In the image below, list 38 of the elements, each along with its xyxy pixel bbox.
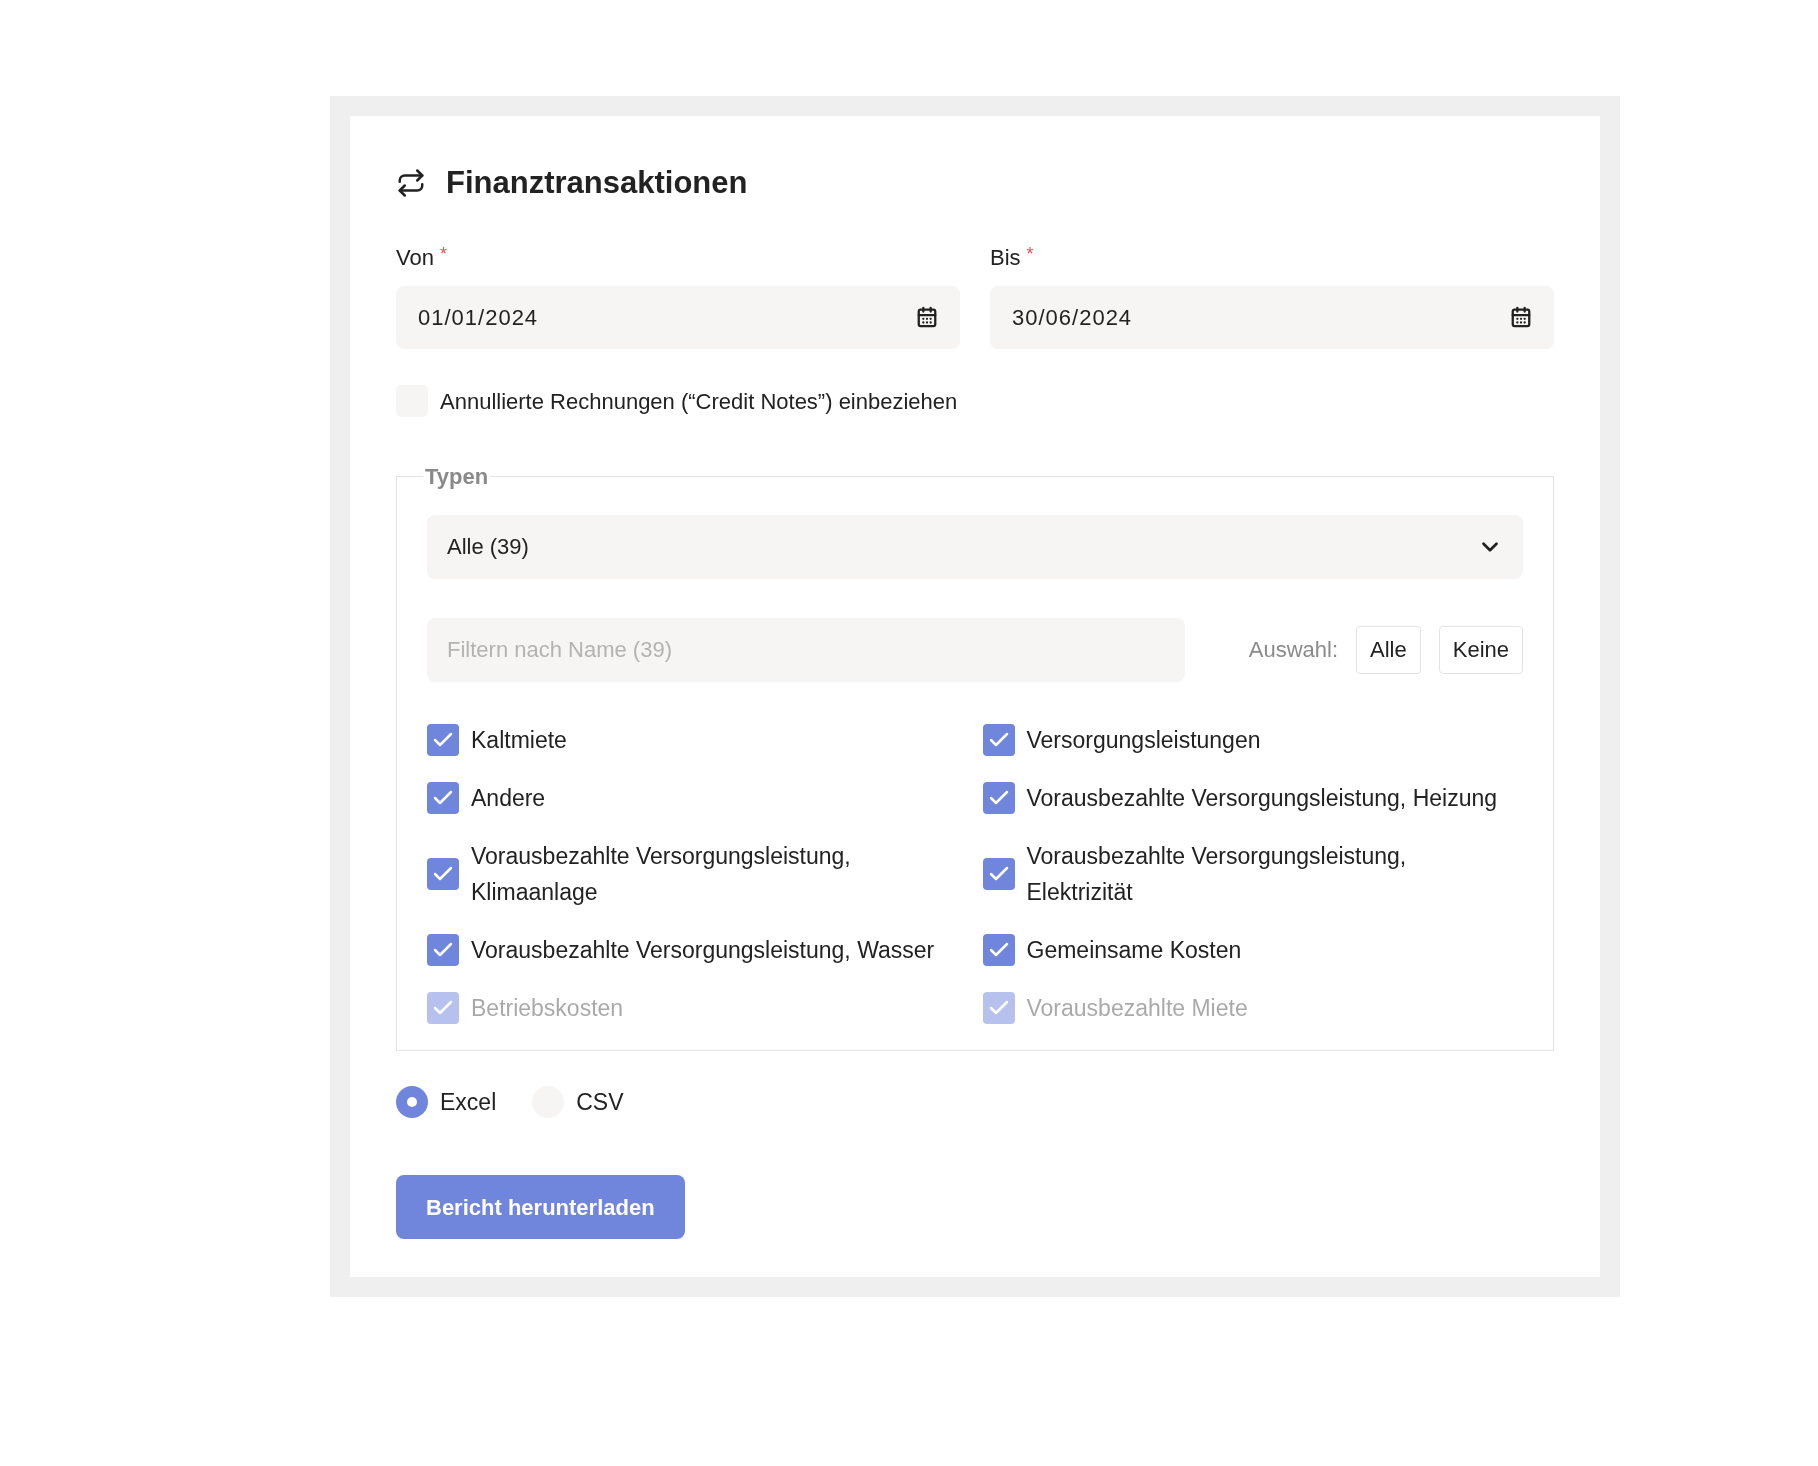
checkbox-label: Versorgungsleistungen: [1026, 725, 1261, 755]
radio-button[interactable]: [396, 1085, 428, 1118]
checkbox[interactable]: [427, 723, 459, 756]
checkbox[interactable]: [982, 933, 1015, 966]
form-title: Finanztransaktionen: [446, 164, 748, 202]
checkbox[interactable]: [982, 723, 1015, 756]
field-label: Von: [396, 243, 434, 272]
checkbox[interactable]: [427, 781, 459, 814]
date-field[interactable]: 01/01/2024: [396, 285, 960, 349]
checkbox[interactable]: [982, 781, 1015, 814]
radio-label: Excel: [440, 1087, 497, 1117]
selection-button[interactable]: Alle: [1356, 625, 1421, 674]
calendar-icon[interactable]: [916, 306, 938, 328]
checkbox-label: Vorausbezahlte Miete: [1026, 993, 1248, 1023]
checkbox-label: Vorausbezahlte Versorgungsleistung, Klimaanlage: [471, 841, 852, 907]
checkbox-label: Gemeinsame Kosten: [1026, 935, 1242, 965]
required-mark: *: [1026, 242, 1034, 266]
checkbox[interactable]: [427, 933, 459, 966]
field-label: Bis: [990, 243, 1021, 272]
checkbox-label: Vorausbezahlte Versorgungsleistung, Heizung: [1026, 783, 1498, 813]
filter-field[interactable]: Filtern nach Name (39): [427, 617, 1185, 682]
radio-label: CSV: [576, 1087, 624, 1117]
checkbox-label: Vorausbezahlte Versorgungsleistung, Wasser: [471, 935, 935, 965]
selection-button[interactable]: Keine: [1438, 625, 1523, 674]
repeat-icon: [396, 168, 426, 199]
select-dropdown[interactable]: Alle (39): [427, 514, 1523, 579]
selection-label: Auswahl:: [1248, 636, 1339, 664]
checkbox-label: Annullierte Rechnungen (“Credit Notes”) einbeziehen: [440, 387, 958, 416]
date-field[interactable]: 30/06/2024: [990, 285, 1554, 349]
required-mark: *: [439, 242, 447, 266]
group-legend: Typen: [423, 459, 491, 493]
checkbox-label: Kaltmiete: [471, 725, 567, 755]
checkbox[interactable]: [427, 857, 459, 890]
checkbox-label: Betriebskosten: [471, 993, 624, 1023]
calendar-icon[interactable]: [1510, 306, 1532, 328]
checkbox[interactable]: [982, 857, 1015, 890]
checkbox-label: Vorausbezahlte Versorgungsleistung, Elektrizität: [1026, 841, 1408, 907]
checkbox-label: Andere: [471, 783, 546, 813]
